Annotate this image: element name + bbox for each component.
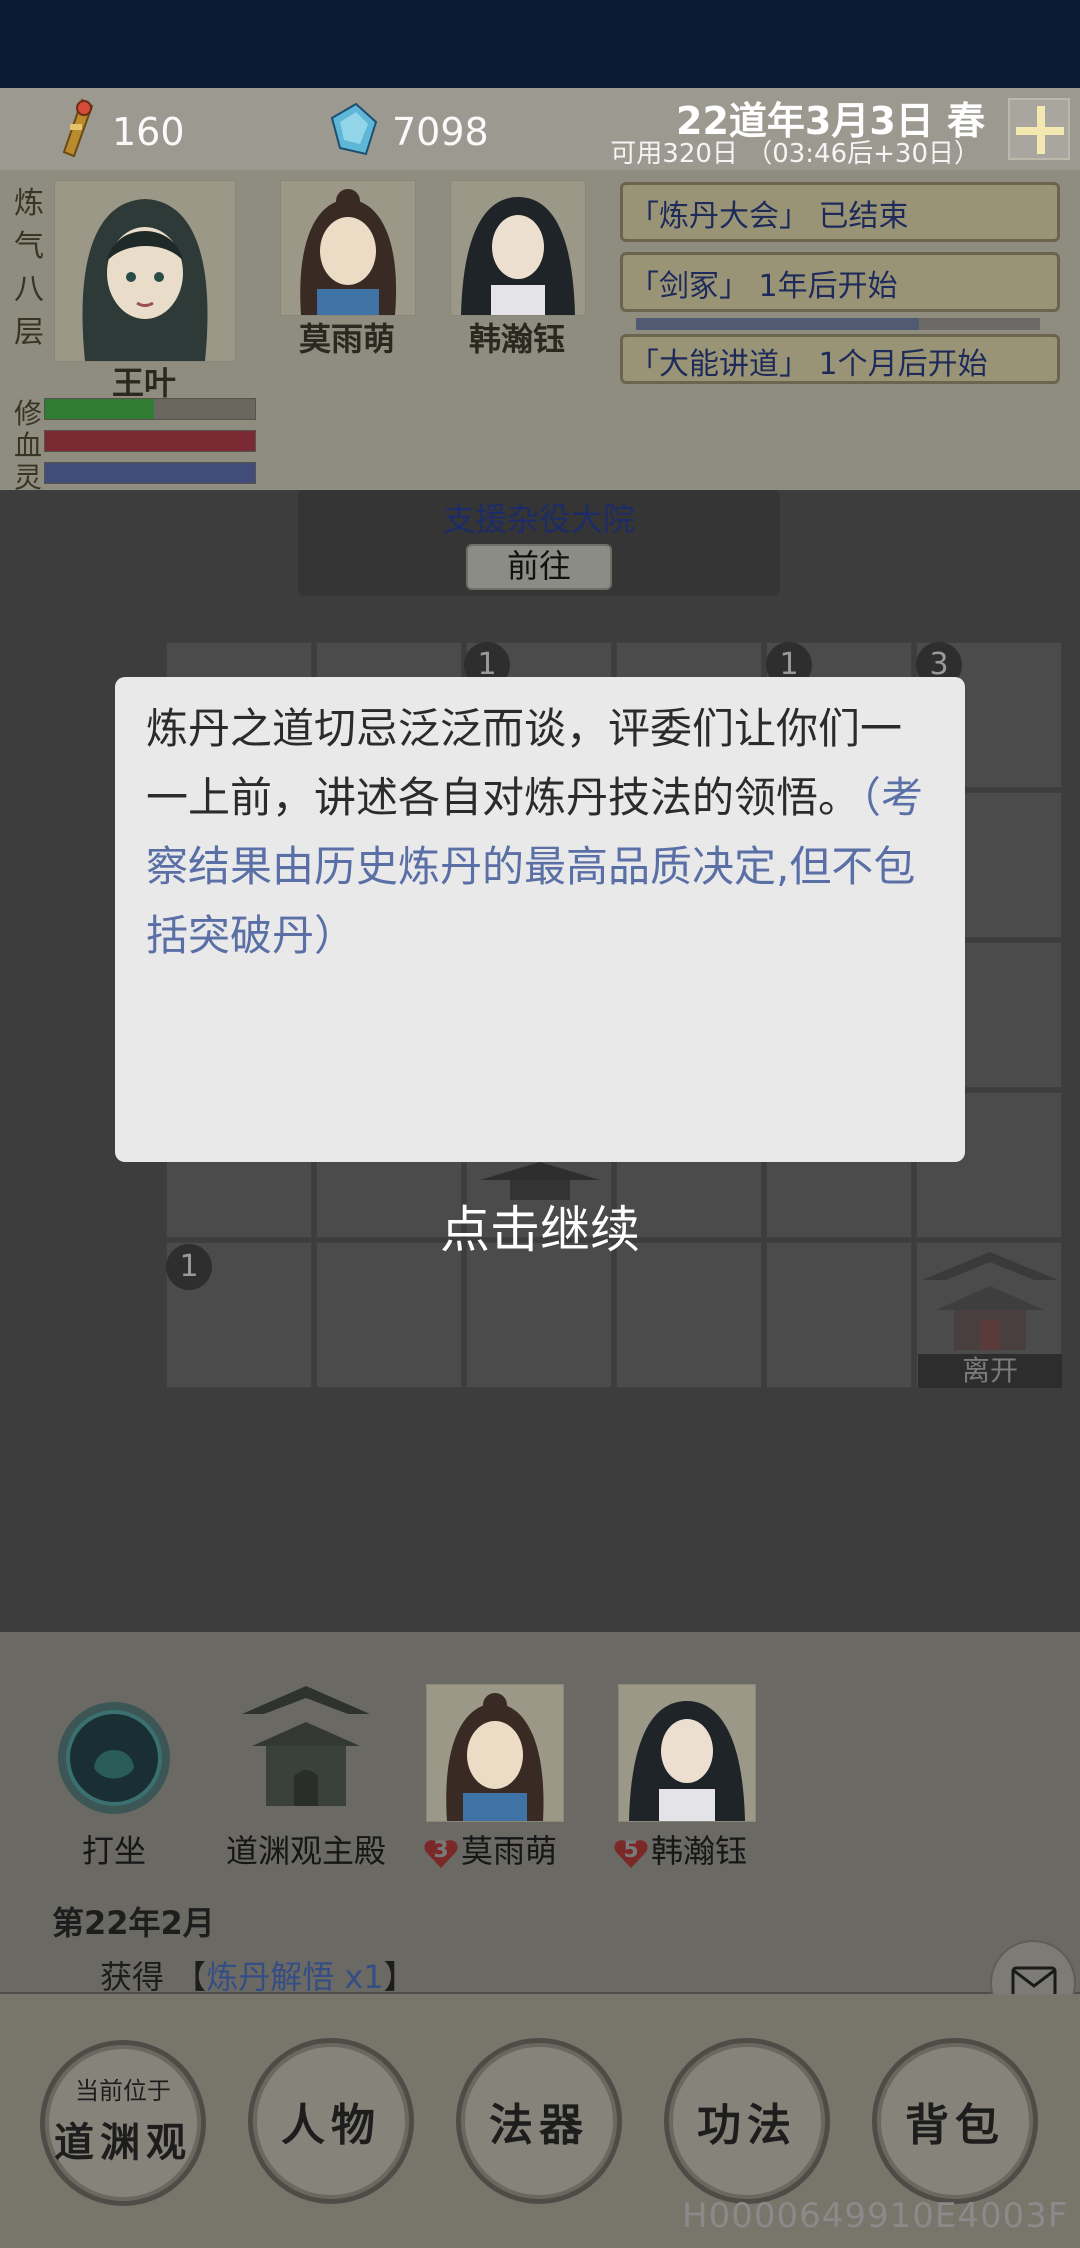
event-item[interactable]: 「炼丹大会」 已结束 bbox=[620, 182, 1060, 242]
status-band bbox=[0, 0, 1080, 88]
location-meditate[interactable] bbox=[46, 1690, 182, 1830]
companion-avatar-icon bbox=[629, 1701, 745, 1821]
spirit-stone-amount: 7098 bbox=[392, 110, 489, 154]
event-progress-bar bbox=[636, 318, 1040, 330]
heart-icon: 5 bbox=[613, 1836, 649, 1870]
location-name: 5 韩瀚钰 bbox=[590, 1826, 770, 1872]
available-days: 可用320日 （03:46后+30日） bbox=[610, 139, 980, 169]
location-companion-hanhanyu[interactable] bbox=[618, 1684, 756, 1822]
realm-label: 炼 气 八 层 bbox=[14, 186, 44, 350]
meditation-orb-icon bbox=[58, 1702, 170, 1814]
nav-location-button[interactable]: 当前位于 道渊观 bbox=[40, 2040, 206, 2206]
location-name: 道渊观主殿 bbox=[225, 1832, 386, 1870]
map-cell[interactable] bbox=[766, 1242, 912, 1388]
location-name: 3 莫雨萌 bbox=[400, 1826, 580, 1872]
map-cell[interactable] bbox=[616, 1242, 762, 1388]
dialog-text: 炼丹之道切忌泛泛而谈，评委们让你们一一上前，讲述各自对炼丹技法的领悟。（考察结果… bbox=[146, 704, 924, 960]
build-id: H0000649910E4003F bbox=[682, 2196, 1069, 2236]
player-portrait[interactable] bbox=[54, 180, 236, 362]
map-cell[interactable] bbox=[316, 1242, 462, 1388]
nav-skills-button[interactable]: 功法 bbox=[664, 2038, 830, 2204]
scroll-amount: 160 bbox=[112, 110, 185, 154]
nav-character-button[interactable]: 人物 bbox=[248, 2038, 414, 2204]
event-item[interactable]: 「大能讲道」 1个月后开始 bbox=[620, 334, 1060, 384]
location-name: 打坐 bbox=[81, 1832, 146, 1870]
companion-avatar-icon bbox=[446, 1693, 544, 1821]
heart-icon: 3 bbox=[423, 1836, 459, 1870]
companion-portrait-hanhanyu[interactable] bbox=[450, 180, 586, 316]
cultivation-bar bbox=[44, 398, 256, 420]
support-title: 支援杂役大院 bbox=[442, 500, 635, 538]
map-cell[interactable] bbox=[466, 1242, 612, 1388]
health-bar bbox=[44, 430, 256, 452]
companion-portrait-moyumeng[interactable] bbox=[280, 180, 416, 316]
scroll-token-icon bbox=[62, 98, 94, 158]
companion-avatar-icon bbox=[461, 197, 575, 315]
nav-bag-button[interactable]: 背包 bbox=[872, 2038, 1038, 2204]
player-avatar-icon bbox=[82, 199, 208, 361]
add-time-button[interactable] bbox=[1008, 98, 1070, 160]
companion-avatar-icon bbox=[300, 189, 397, 315]
log-item[interactable]: 炼丹解悟 x1 bbox=[206, 1958, 383, 1996]
location-companion-moyumeng[interactable] bbox=[426, 1684, 564, 1822]
nav-artifact-button[interactable]: 法器 bbox=[456, 2038, 622, 2204]
goto-button[interactable]: 前往 bbox=[466, 544, 612, 590]
log-date: 第22年2月 bbox=[52, 1904, 215, 1942]
tap-to-continue[interactable]: 点击继续 bbox=[0, 1190, 1080, 1262]
event-item[interactable]: 「剑冢」 1年后开始 bbox=[620, 252, 1060, 312]
spirit-stone-icon bbox=[330, 102, 378, 156]
leave-button[interactable]: 离开 bbox=[918, 1354, 1062, 1388]
companion-name: 莫雨萌 bbox=[298, 320, 395, 358]
temple-hall-icon bbox=[242, 1686, 370, 1806]
spirit-bar bbox=[44, 462, 256, 484]
companion-name: 韩瀚钰 bbox=[468, 320, 565, 358]
location-main-hall[interactable] bbox=[236, 1680, 376, 1824]
